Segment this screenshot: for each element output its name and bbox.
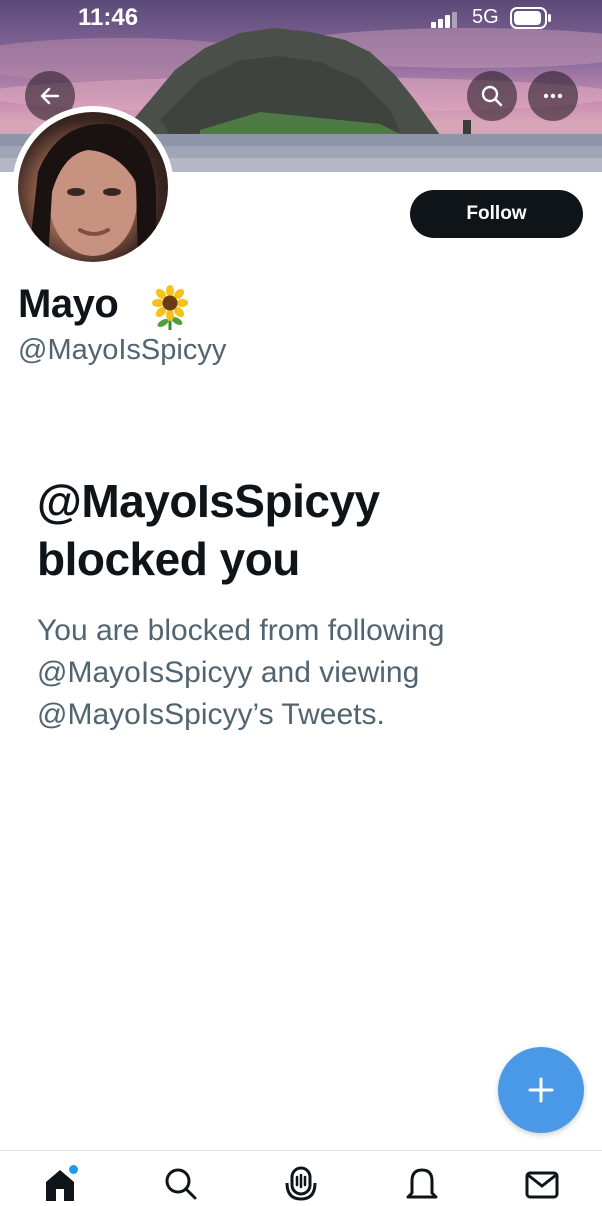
- profile-name: Mayo: [18, 282, 119, 326]
- blocked-description: You are blocked from following @MayoIsSp…: [37, 610, 557, 736]
- bottom-tab-bar: [0, 1150, 602, 1201]
- blocked-description-line1: You are blocked from following: [37, 614, 445, 647]
- status-time: 11:46: [78, 4, 139, 31]
- messages-icon: [525, 1171, 559, 1199]
- blocked-description-line2: @MayoIsSpicyy and viewing: [37, 656, 420, 689]
- blocked-heading-line1: @MayoIsSpicyy: [37, 475, 380, 527]
- compose-tweet-button[interactable]: [498, 1047, 584, 1133]
- sunflower-icon: [152, 285, 188, 330]
- search-icon: [165, 1168, 197, 1200]
- more-horizontal-icon: [543, 93, 563, 99]
- arrow-left-icon: [40, 87, 60, 105]
- avatar-photo: [18, 112, 168, 262]
- home-notification-dot: [69, 1165, 78, 1174]
- search-icon: [481, 85, 503, 107]
- blocked-heading-line2: blocked you: [37, 533, 300, 585]
- profile-handle: @MayoIsSpicyy: [18, 334, 227, 366]
- status-bar: 11:46 5G: [0, 0, 602, 40]
- plus-icon: [528, 1077, 554, 1103]
- battery-icon: [510, 7, 551, 29]
- notifications-icon: [406, 1168, 438, 1199]
- avatar-face: [28, 123, 156, 262]
- profile-avatar[interactable]: [12, 106, 174, 268]
- follow-button[interactable]: Follow: [410, 190, 583, 238]
- network-type: 5G: [472, 6, 499, 28]
- cellular-signal-icon: [431, 12, 457, 28]
- more-options-button[interactable]: [528, 71, 578, 121]
- blocked-description-line3: @MayoIsSpicyy’s Tweets.: [37, 698, 385, 731]
- search-button[interactable]: [467, 71, 517, 121]
- blocked-heading: @MayoIsSpicyy blocked you: [37, 472, 577, 588]
- spaces-icon: [285, 1166, 317, 1201]
